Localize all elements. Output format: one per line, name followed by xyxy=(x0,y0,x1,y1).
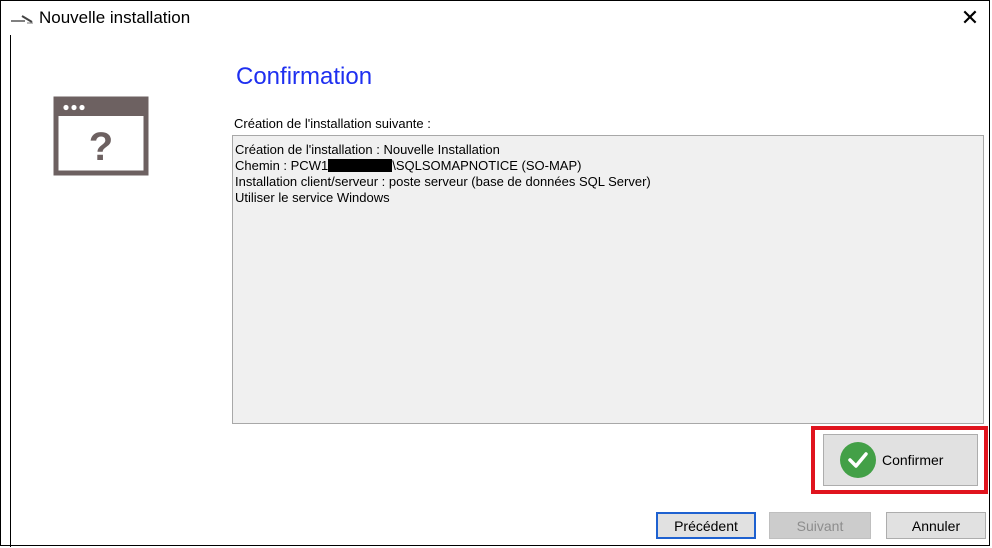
summary-line-service: Utiliser le service Windows xyxy=(235,190,390,205)
summary-line-client-server: Installation client/serveur : poste serv… xyxy=(235,174,651,189)
title-bar: Nouvelle installation ✕ xyxy=(1,1,989,35)
question-mark: ? xyxy=(89,125,113,169)
path-suffix: \SQLSOMAPNOTICE (SO-MAP) xyxy=(392,158,582,173)
confirm-button[interactable]: Confirmer xyxy=(823,434,978,486)
installer-dialog: Nouvelle installation ✕ Confirmation ? C… xyxy=(0,0,990,547)
summary-line-installation: Création de l'installation : Nouvelle In… xyxy=(235,142,500,157)
redacted-block xyxy=(328,159,393,172)
previous-button[interactable]: Précédent xyxy=(656,512,756,539)
summary-textbox[interactable]: Création de l'installation : Nouvelle In… xyxy=(232,135,984,424)
window-title: Nouvelle installation xyxy=(39,8,191,27)
window-left-border xyxy=(10,35,11,547)
summary-line-path: Chemin : PCW1 \SQLSOMAPNOTICE (SO-MAP) xyxy=(235,158,983,174)
wizard-pen-icon xyxy=(11,15,33,24)
confirm-label: Confirmer xyxy=(882,452,944,468)
next-button[interactable]: Suivant xyxy=(769,512,871,539)
close-icon: ✕ xyxy=(960,5,980,30)
close-button[interactable]: ✕ xyxy=(957,5,983,31)
checkmark-circle-icon xyxy=(840,442,876,478)
cancel-button[interactable]: Annuler xyxy=(886,512,986,539)
path-prefix: Chemin : PCW1 xyxy=(235,158,329,173)
window-question-icon: ? xyxy=(53,96,149,176)
page-title: Confirmation xyxy=(236,63,373,90)
summary-label: Création de l'installation suivante : xyxy=(234,116,431,131)
